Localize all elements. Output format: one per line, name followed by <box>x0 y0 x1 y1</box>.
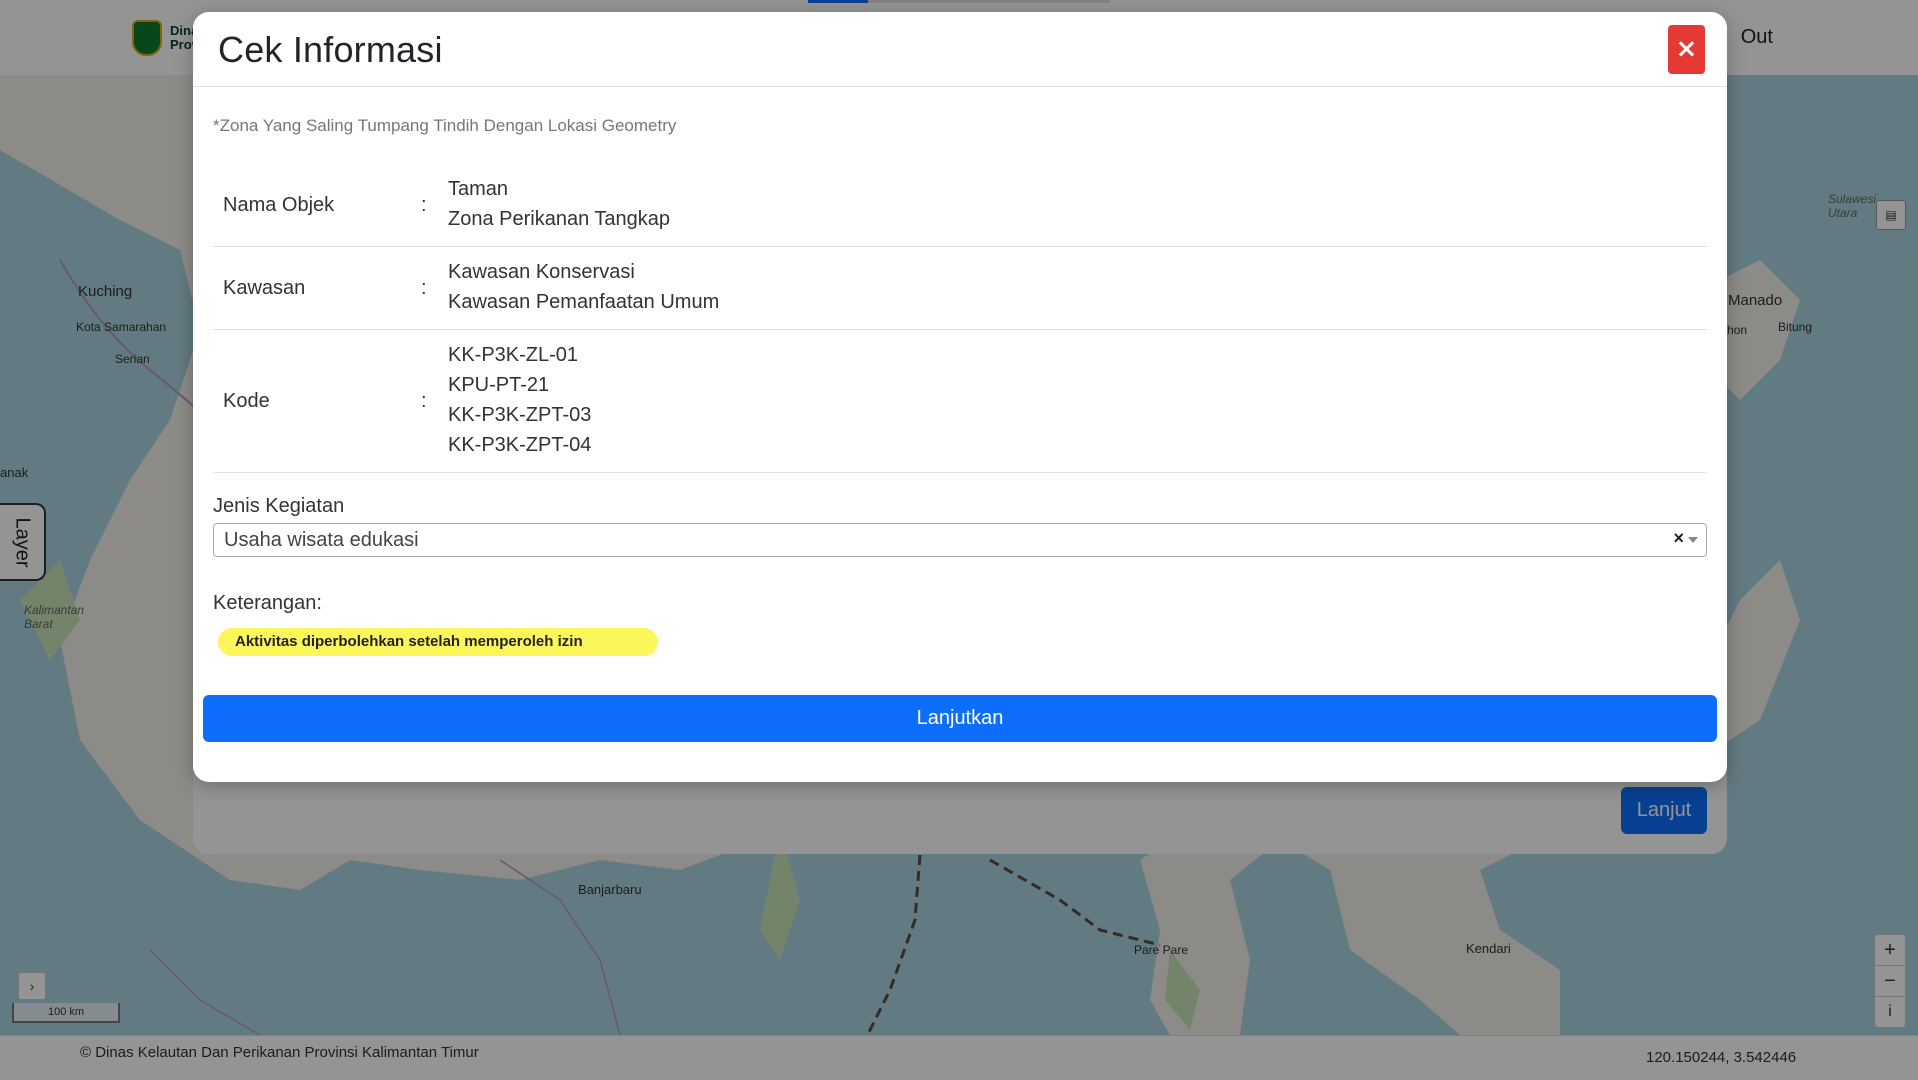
cek-informasi-modal: Cek Informasi × *Zona Yang Saling Tumpan… <box>193 12 1727 782</box>
lanjutkan-button[interactable]: Lanjutkan <box>203 695 1717 742</box>
selected-value: Usaha wisata edukasi <box>224 529 419 551</box>
modal-header: Cek Informasi × <box>193 12 1727 87</box>
modal-title: Cek Informasi <box>218 29 443 70</box>
jenis-kegiatan-label: Jenis Kegiatan <box>213 495 345 517</box>
row-value: KPU-PT-21 <box>448 374 550 396</box>
row-label: Kode <box>223 389 270 412</box>
row-value: KK-P3K-ZPT-03 <box>448 404 592 426</box>
row-values: Kawasan Konservasi Kawasan Pemanfaatan U… <box>448 247 1707 330</box>
status-badge: Aktivitas diperbolehkan setelah memperol… <box>218 628 658 656</box>
row-value: Kawasan Pemanfaatan Umum <box>448 291 720 313</box>
row-colon: : <box>421 389 427 412</box>
clear-selection-icon[interactable]: × <box>1673 528 1684 549</box>
row-value: Zona Perikanan Tangkap <box>448 208 671 230</box>
table-row-kode: Kode : KK-P3K-ZL-01 KPU-PT-21 KK-P3K-ZPT… <box>213 330 1707 473</box>
close-button[interactable]: × <box>1668 25 1705 74</box>
row-label: Nama Objek <box>223 193 335 216</box>
row-value: KK-P3K-ZL-01 <box>448 344 579 366</box>
row-values: Taman Zona Perikanan Tangkap <box>448 164 1707 247</box>
row-values: KK-P3K-ZL-01 KPU-PT-21 KK-P3K-ZPT-03 KK-… <box>448 330 1707 473</box>
row-label: Kawasan <box>223 276 306 299</box>
keterangan-label: Keterangan: <box>213 592 322 614</box>
row-colon: : <box>421 193 427 216</box>
jenis-kegiatan-select[interactable]: Usaha wisata edukasi × <box>213 523 1707 557</box>
row-value: Taman <box>448 178 509 200</box>
overlap-note: *Zona Yang Saling Tumpang Tindih Dengan … <box>213 116 677 135</box>
table-row-kawasan: Kawasan : Kawasan Konservasi Kawasan Pem… <box>213 247 1707 330</box>
row-colon: : <box>421 276 427 299</box>
info-table: Nama Objek : Taman Zona Perikanan Tangka… <box>213 164 1707 473</box>
row-value: KK-P3K-ZPT-04 <box>448 434 592 456</box>
row-value: Kawasan Konservasi <box>448 261 635 283</box>
table-row-nama-objek: Nama Objek : Taman Zona Perikanan Tangka… <box>213 164 1707 247</box>
chevron-down-icon[interactable] <box>1688 537 1698 543</box>
